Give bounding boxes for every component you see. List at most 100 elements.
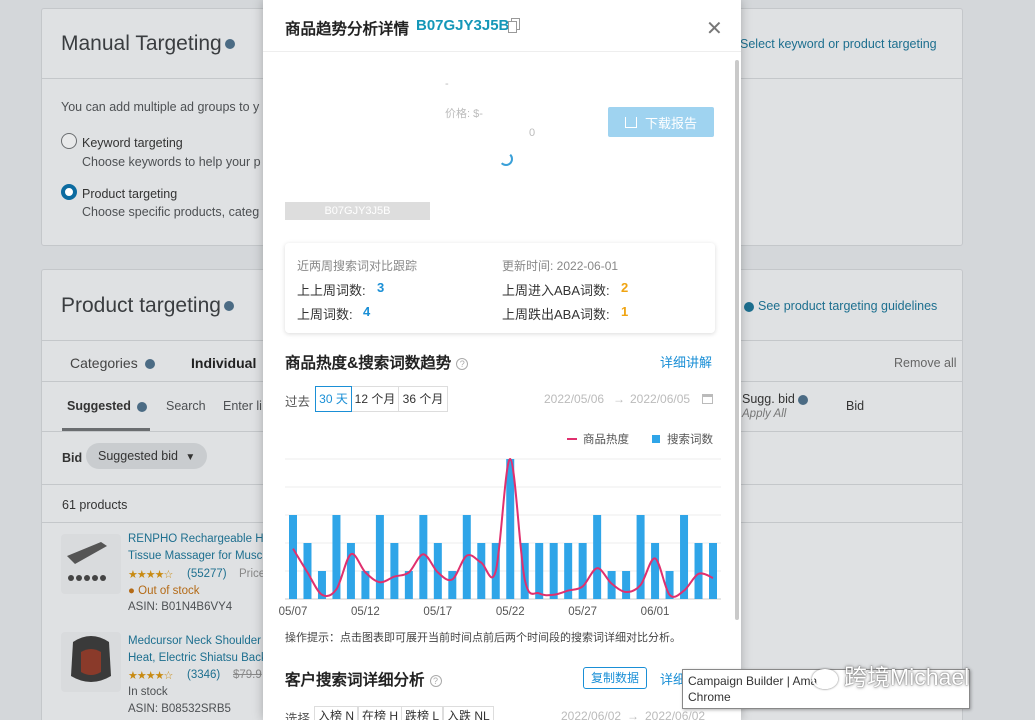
price-text: 价格: $- — [445, 108, 483, 120]
price-label: Price — [239, 568, 266, 580]
x-tick-label: 05/12 — [351, 606, 380, 618]
compare-label: 近两周搜索词对比跟踪 — [297, 259, 418, 273]
bar-search-count — [332, 515, 341, 599]
loading-spinner-icon — [499, 152, 513, 166]
info-icon — [144, 359, 155, 370]
prev-prev-week-label: 上上周词数: — [297, 283, 366, 298]
customer-date-to[interactable]: 2022/06/02 — [645, 709, 705, 720]
filter-tag-new[interactable]: 入榜 N — [314, 706, 359, 720]
close-icon[interactable]: ✕ — [706, 16, 723, 41]
customer-section-title: 客户搜索词详细分析? — [285, 668, 442, 690]
bar-search-count — [346, 543, 355, 599]
stats-card: 近两周搜索词对比跟踪 更新时间: 2022-06-01 上上周词数: 3 上周词… — [285, 243, 715, 333]
product-targeting-radio[interactable] — [61, 184, 77, 200]
price-label: $79.9 — [233, 669, 262, 681]
range-36-months[interactable]: 36 个月 — [398, 386, 448, 412]
remove-all-link[interactable]: Remove all — [894, 356, 957, 370]
select-label: 选择 — [285, 712, 311, 720]
rating-stars: ★★★★☆ — [128, 670, 173, 682]
range-label: 过去 — [285, 395, 311, 409]
modal-title: 商品趋势分析详情 — [285, 21, 410, 38]
x-tick-label: 05/17 — [423, 606, 452, 618]
bar-search-count — [709, 543, 717, 599]
info-icon — [224, 39, 235, 50]
range-12-months[interactable]: 12 个月 — [351, 386, 399, 412]
rating-stars: ★★★★☆ — [128, 569, 173, 581]
product-image — [61, 632, 121, 692]
bar-search-count — [535, 543, 544, 599]
legend-count-swatch — [652, 435, 660, 443]
legend-count-label: 搜索词数 — [667, 432, 713, 446]
trend-section-title: 商品热度&搜索词数趋势? — [285, 351, 469, 373]
line-heat — [292, 457, 714, 598]
bar-search-count — [549, 543, 558, 599]
bid-header: Bid — [846, 399, 865, 413]
copy-icon[interactable] — [508, 18, 520, 33]
keyword-targeting-label: Keyword targeting — [82, 136, 183, 150]
customer-date-from[interactable]: 2022/06/02 — [561, 709, 621, 720]
enter-aba-value: 2 — [621, 280, 629, 295]
bar-search-count — [651, 543, 660, 599]
arrow-right-icon: → — [627, 709, 639, 720]
placeholder-dash: - — [445, 78, 449, 90]
trend-date-to[interactable]: 2022/06/05 — [630, 392, 690, 406]
stock-status: ● Out of stock — [128, 585, 200, 597]
select-targeting-link[interactable]: Select keyword or product targeting — [740, 37, 937, 51]
range-30-days[interactable]: 30 天 — [315, 386, 352, 412]
filter-tag-hold[interactable]: 在榜 H — [358, 706, 403, 720]
keyword-targeting-radio[interactable] — [61, 133, 77, 149]
trend-chart[interactable]: 05/07 05/12 05/17 05/22 05/27 06/01 商品热度 搜索词数 — [263, 425, 741, 625]
stock-status: In stock — [128, 686, 168, 698]
trend-date-from[interactable]: 2022/05/06 — [544, 392, 604, 406]
subtab-suggested[interactable]: Suggested — [67, 399, 147, 413]
product-title-link[interactable]: Medcursor Neck Shoulder — [128, 635, 261, 647]
x-tick-label: 06/01 — [641, 606, 670, 618]
bid-label: Bid — [62, 451, 83, 465]
product-title-link[interactable]: Tissue Massager for Muscl — [128, 550, 265, 562]
sugg-bid-header: Sugg. bid — [742, 392, 808, 406]
help-icon[interactable]: ? — [456, 357, 469, 370]
calendar-icon[interactable] — [702, 394, 713, 404]
trend-detail-link[interactable]: 详细讲解 — [660, 352, 712, 371]
watermark: 跨境Michael — [812, 658, 969, 692]
updated-label: 更新时间: 2022-06-01 — [502, 259, 619, 273]
copy-data-button[interactable]: 复制数据 — [583, 667, 647, 689]
subtab-search[interactable]: Search — [166, 399, 206, 413]
product-image — [61, 534, 121, 594]
modal-scrollbar[interactable] — [735, 60, 739, 620]
x-tick-label: 05/27 — [568, 606, 597, 618]
product-title-link[interactable]: Heat, Electric Shiatsu Back — [128, 652, 267, 664]
manual-intro-text: You can add multiple ad groups to y — [61, 100, 260, 114]
rating-count[interactable]: (55277) — [187, 568, 227, 580]
tab-individual[interactable]: Individual — [191, 355, 256, 371]
massager-icon — [67, 542, 107, 581]
apply-all-link[interactable]: Apply All — [742, 408, 786, 420]
bar-search-count — [578, 543, 587, 599]
chevron-down-icon: ▼ — [185, 452, 196, 463]
bar-search-count — [289, 515, 297, 599]
product-title-link[interactable]: RENPHO Rechargeable Ha — [128, 533, 270, 545]
rating-count[interactable]: (3346) — [187, 669, 220, 681]
subtab-enter-list[interactable]: Enter li — [223, 399, 262, 413]
tab-categories[interactable]: Categories — [70, 355, 155, 371]
bid-select[interactable]: Suggested bid ▼ — [86, 443, 208, 469]
exit-aba-value: 1 — [621, 304, 629, 319]
bar-search-count — [390, 543, 399, 599]
download-report-button[interactable]: 下载报告 — [608, 107, 714, 137]
bar-search-count — [622, 571, 631, 599]
prev-prev-week-value: 3 — [377, 280, 385, 295]
asin-bar: B07GJY3J5B — [285, 202, 430, 220]
guidelines-link[interactable]: See product targeting guidelines — [744, 299, 937, 313]
help-icon — [744, 301, 754, 312]
filter-tag-newdrop[interactable]: 入跌 NL — [443, 706, 494, 720]
exit-aba-label: 上周跌出ABA词数: — [502, 307, 610, 322]
help-icon[interactable]: ? — [429, 674, 442, 687]
info-icon — [223, 301, 234, 312]
x-tick-label: 05/07 — [279, 606, 308, 618]
trend-analysis-modal: 商品趋势分析详情 B07GJY3J5B ✕ - 价格: $- 0 下载报告 B0… — [263, 0, 741, 720]
product-count: 61 products — [62, 498, 128, 512]
filter-tag-drop[interactable]: 跌榜 L — [401, 706, 444, 720]
info-icon — [136, 401, 147, 412]
product-targeting-desc: Choose specific products, categ — [82, 205, 260, 219]
download-label: 下载报告 — [644, 115, 697, 131]
